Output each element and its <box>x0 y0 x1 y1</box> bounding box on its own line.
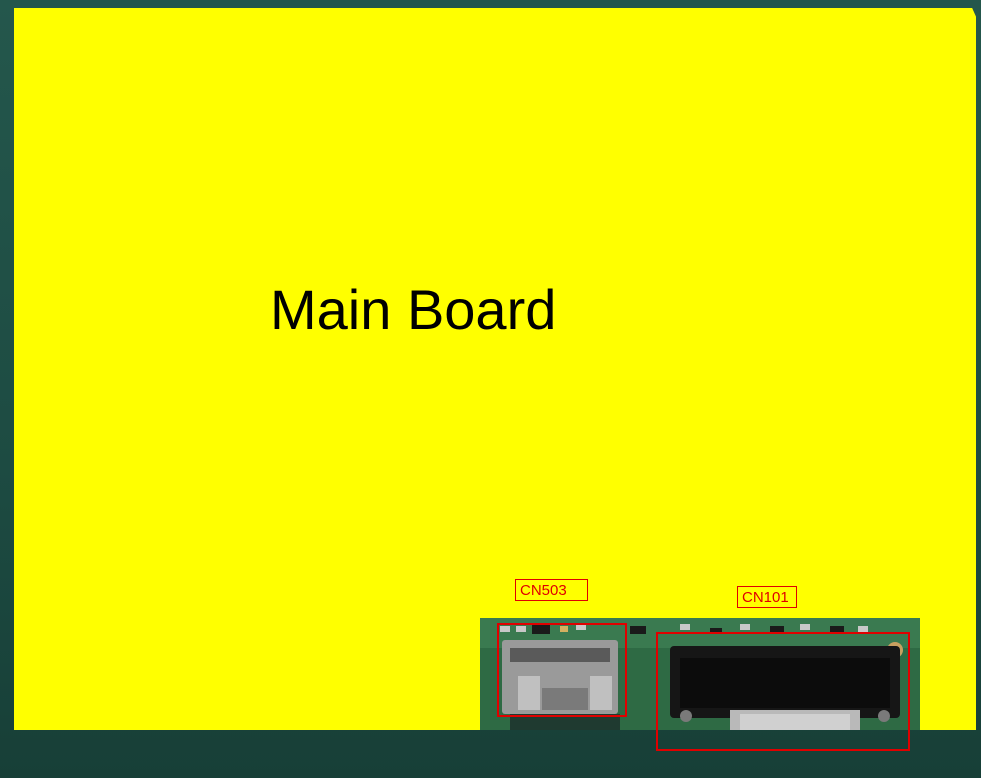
main-board-title: Main Board <box>270 278 557 341</box>
cn503-highlight-box <box>497 623 627 717</box>
cn503-label: CN503 <box>515 579 588 601</box>
cn101-highlight-box <box>656 632 910 751</box>
cn101-label: CN101 <box>737 586 797 608</box>
